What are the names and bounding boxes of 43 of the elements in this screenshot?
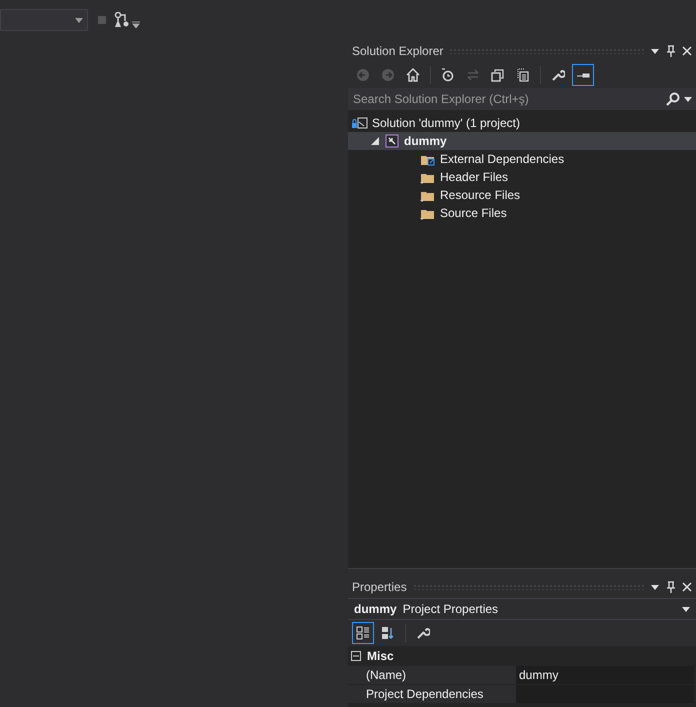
- solution-icon: [352, 116, 368, 130]
- sort-down-icon: [381, 626, 395, 640]
- dropdown-field[interactable]: [0, 9, 88, 31]
- categorized-list-button[interactable]: [352, 622, 374, 644]
- sync-arrows-icon: [466, 68, 480, 82]
- categorized-list-icon: [356, 626, 370, 640]
- branch-flask-icon[interactable]: [114, 12, 130, 28]
- category-header[interactable]: Misc: [348, 646, 696, 665]
- property-name: Project Dependencies: [348, 684, 516, 702]
- project-icon: [384, 134, 400, 148]
- tree-item[interactable]: Solution 'dummy' (1 project): [348, 114, 696, 132]
- search-box[interactable]: Search Solution Explorer (Ctrl+ş): [348, 88, 696, 110]
- tree-item[interactable]: External Dependencies: [348, 150, 696, 168]
- collapse-icon[interactable]: [351, 650, 361, 660]
- close-icon[interactable]: [682, 46, 692, 56]
- dropdown-caret-icon[interactable]: [650, 46, 660, 56]
- dropdown-caret-icon[interactable]: [684, 96, 692, 102]
- property-value[interactable]: dummy: [516, 666, 694, 684]
- pin-icon[interactable]: [666, 581, 676, 593]
- dropdown-caret-icon[interactable]: [650, 582, 660, 592]
- panel-title: Properties: [352, 579, 407, 596]
- preview-bar-button[interactable]: [572, 64, 594, 86]
- stacked-documents-icon: [516, 68, 530, 82]
- panel-title: Solution Explorer: [352, 43, 444, 60]
- object-selector[interactable]: dummy Project Properties: [348, 598, 696, 620]
- clock-caret-icon: [441, 68, 455, 82]
- close-icon[interactable]: [682, 582, 692, 592]
- search-icon[interactable]: [666, 92, 680, 106]
- tree-item[interactable]: Header Files: [348, 168, 696, 186]
- wrench-icon: [416, 626, 430, 640]
- expand-arrow-icon[interactable]: [371, 137, 379, 145]
- dropdown-caret-icon: [682, 606, 690, 612]
- property-name: (Name): [348, 666, 516, 684]
- tree-item[interactable]: Source Files: [348, 204, 696, 222]
- tree-item[interactable]: dummy: [348, 132, 696, 150]
- home-icon: [406, 68, 420, 82]
- dropdown-caret-icon: [75, 18, 83, 22]
- overflow-caret-icon[interactable]: [132, 20, 140, 28]
- tree-item[interactable]: Resource Files: [348, 186, 696, 204]
- stacked-windows-icon: [491, 68, 505, 82]
- wrench-icon: [551, 68, 565, 82]
- search-field[interactable]: Search Solution Explorer (Ctrl+ş): [348, 90, 666, 108]
- pin-icon[interactable]: [666, 45, 676, 57]
